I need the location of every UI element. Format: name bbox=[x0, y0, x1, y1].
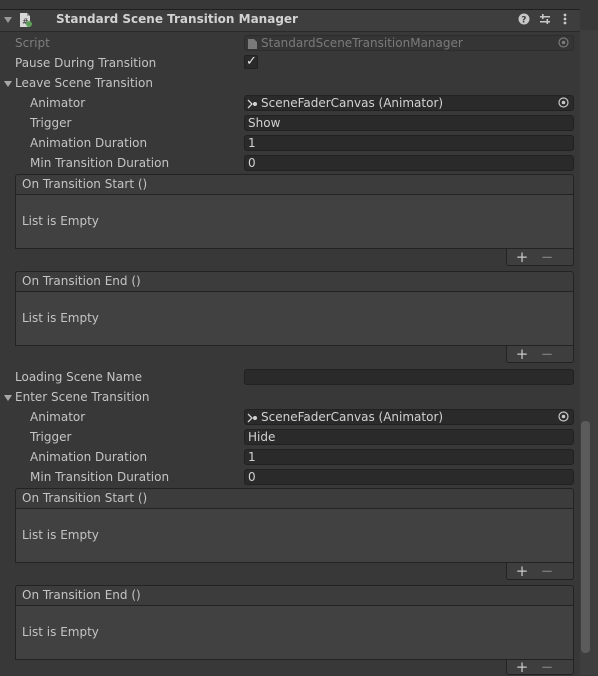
leave-trigger-field[interactable]: Show bbox=[244, 115, 574, 131]
leave-duration-label: Animation Duration bbox=[30, 136, 148, 150]
leave-animator-picker-icon[interactable] bbox=[558, 97, 569, 108]
leave-duration-field[interactable]: 1 bbox=[244, 135, 574, 151]
help-icon[interactable]: ? bbox=[518, 13, 530, 26]
enter-animator-label: Animator bbox=[30, 410, 86, 424]
top-area bbox=[0, 0, 598, 9]
pause-checkbox[interactable]: ✓ bbox=[244, 54, 258, 69]
enter-on-end-add-button[interactable]: + bbox=[514, 660, 530, 675]
leave-on-start-add-button[interactable]: + bbox=[514, 250, 530, 265]
enter-duration-field[interactable]: 1 bbox=[244, 449, 574, 465]
leave-on-start-label: On Transition Start () bbox=[22, 177, 148, 191]
leave-animator-field[interactable]: SceneFaderCanvas (Animator) bbox=[244, 95, 574, 111]
enter-animator-value: SceneFaderCanvas (Animator) bbox=[261, 410, 444, 424]
leave-on-end-empty: List is Empty bbox=[22, 311, 99, 325]
loading-scene-field[interactable] bbox=[244, 369, 574, 385]
leave-foldout-label[interactable]: Leave Scene Transition bbox=[15, 74, 153, 92]
leave-on-start-empty: List is Empty bbox=[22, 214, 99, 228]
enter-on-start-label: On Transition Start () bbox=[22, 491, 148, 505]
enter-foldout-arrow-icon[interactable] bbox=[4, 395, 12, 401]
object-picker-icon bbox=[558, 37, 569, 48]
leave-foldout-arrow-icon[interactable] bbox=[4, 81, 12, 87]
component-title: Standard Scene Transition Manager bbox=[56, 12, 298, 26]
enter-min-duration-label: Min Transition Duration bbox=[30, 470, 170, 484]
loading-scene-label: Loading Scene Name bbox=[15, 370, 142, 384]
animator-icon bbox=[247, 412, 258, 423]
leave-animator-label: Animator bbox=[30, 96, 86, 110]
leave-trigger-label: Trigger bbox=[30, 116, 72, 130]
leave-min-duration-field[interactable]: 0 bbox=[244, 155, 574, 171]
leave-on-end-add-button[interactable]: + bbox=[514, 347, 530, 362]
script-field: StandardSceneTransitionManager bbox=[244, 35, 574, 51]
enter-on-end-empty: List is Empty bbox=[22, 625, 99, 639]
leave-on-end-label: On Transition End () bbox=[22, 274, 141, 288]
enter-trigger-label: Trigger bbox=[30, 430, 72, 444]
enter-on-start-empty: List is Empty bbox=[22, 528, 99, 542]
checkmark-icon: ✓ bbox=[246, 54, 257, 69]
script-value: StandardSceneTransitionManager bbox=[261, 36, 463, 50]
preset-sliders-icon[interactable] bbox=[539, 13, 551, 25]
enter-min-duration-field[interactable]: 0 bbox=[244, 469, 574, 485]
script-component-icon: # bbox=[17, 12, 33, 28]
svg-text:?: ? bbox=[521, 16, 526, 26]
script-file-icon bbox=[248, 38, 257, 49]
leave-on-end-remove-button[interactable]: − bbox=[539, 347, 555, 362]
leave-min-duration-label: Min Transition Duration bbox=[30, 156, 170, 170]
enter-on-end-remove-button[interactable]: − bbox=[539, 660, 555, 675]
enter-animator-field[interactable]: SceneFaderCanvas (Animator) bbox=[244, 409, 574, 425]
enter-foldout-label[interactable]: Enter Scene Transition bbox=[15, 388, 149, 406]
enter-on-end-label: On Transition End () bbox=[22, 588, 141, 602]
kebab-menu-icon[interactable] bbox=[562, 12, 568, 26]
enter-on-start-add-button[interactable]: + bbox=[514, 564, 530, 579]
leave-animator-value: SceneFaderCanvas (Animator) bbox=[261, 96, 444, 110]
scrollbar-thumb[interactable] bbox=[581, 421, 590, 653]
enter-animator-picker-icon[interactable] bbox=[558, 411, 569, 422]
enter-duration-label: Animation Duration bbox=[30, 450, 148, 464]
leave-on-start-remove-button[interactable]: − bbox=[539, 250, 555, 265]
animator-icon bbox=[247, 98, 258, 109]
component-foldout-arrow-icon[interactable] bbox=[4, 17, 12, 23]
enter-trigger-field[interactable]: Hide bbox=[244, 429, 574, 445]
script-label: Script bbox=[15, 36, 50, 50]
enter-on-start-remove-button[interactable]: − bbox=[539, 564, 555, 579]
pause-label: Pause During Transition bbox=[15, 56, 157, 70]
